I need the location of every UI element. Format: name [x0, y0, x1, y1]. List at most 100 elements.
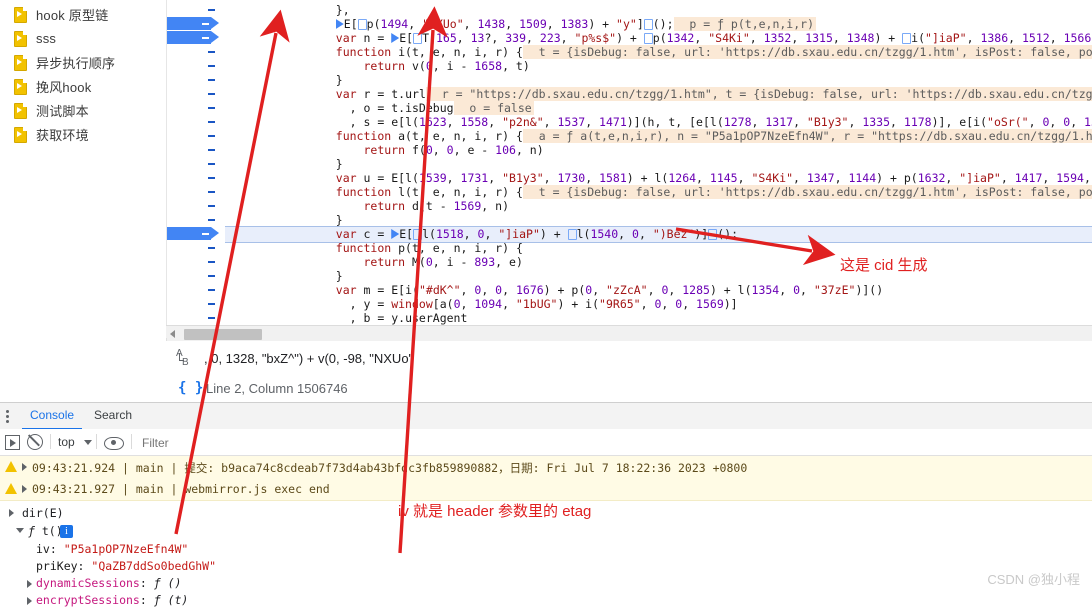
code-line[interactable]: return d(t - 1569, n) [225, 199, 1092, 213]
file-list-item-label: sss [36, 30, 57, 46]
kebab-menu-icon[interactable] [6, 410, 10, 423]
iv-etag-annotation: iv 就是 header 参数里的 etag [398, 503, 592, 520]
execute-arrow-icon[interactable] [5, 435, 20, 450]
collapse-caret-icon[interactable] [16, 528, 24, 533]
console-log-row[interactable]: 09:43:21.927 | main | webmirror.js exec … [0, 478, 1092, 501]
code-line[interactable]: } [225, 73, 1092, 87]
tab-search[interactable]: Search [86, 403, 140, 428]
line-number-placeholder [208, 261, 215, 263]
code-line[interactable]: } [225, 213, 1092, 227]
code-line[interactable]: , y = window[a(0, 1094, "1bUG") + i("9R6… [225, 297, 1092, 311]
file-list-item-label: 测试脚本 [36, 103, 89, 119]
breakpoint-marker[interactable] [167, 227, 219, 240]
file-list-item[interactable]: 异步执行顺序 [0, 50, 180, 74]
console-object-property[interactable]: iv: "P5a1pOP7NzeEfn4W" [36, 542, 188, 556]
console-log-row[interactable]: 09:43:21.924 | main | 提交: b9aca74c8cdeab… [0, 456, 1092, 479]
inline-value-hint: p = ƒ p(t,e,n,i,r) [673, 17, 817, 31]
script-file-icon [14, 6, 27, 23]
code-line[interactable]: var n = E[T(165, 13?, 339, 223, "p%s$") … [225, 31, 1092, 45]
pretty-print-braces-icon[interactable]: { } [178, 380, 203, 396]
code-line[interactable]: , o = t.isDebug o = false [225, 101, 1092, 115]
code-line[interactable]: var m = E[i("#dK^", 0, 0, 1676) + p(0, "… [225, 283, 1092, 297]
line-number-placeholder [208, 65, 215, 67]
execution-context-label[interactable]: top [58, 435, 75, 449]
line-number-placeholder [208, 163, 215, 165]
eval-expression-input[interactable] [202, 347, 1086, 370]
script-file-icon [14, 126, 27, 143]
chevron-down-icon[interactable] [84, 440, 92, 445]
expand-caret-icon[interactable] [27, 580, 32, 588]
file-list-item-label: 挽风hook [36, 79, 92, 95]
code-line[interactable]: , b = y.userAgent [225, 311, 1092, 325]
file-list-item[interactable]: hook 原型链 [0, 2, 180, 26]
file-list-item[interactable]: 获取环境 [0, 122, 180, 146]
code-line[interactable]: var r = t.url r = "https://db.sxau.edu.c… [225, 87, 1092, 101]
line-number-placeholder [208, 247, 215, 249]
console-toolbar[interactable]: top [0, 429, 1092, 456]
code-line[interactable]: return M(0, i - 893, e) [225, 255, 1092, 269]
source-code-pane[interactable]: }, E[p(1494, "NXUo", 1438, 1509, 1383) +… [225, 0, 1092, 325]
code-line[interactable]: function l(t, e, n, i, r) { t = {isDebug… [225, 185, 1092, 199]
code-line[interactable]: function a(t, e, n, i, r) { a = ƒ a(t,e,… [225, 129, 1092, 143]
line-number-placeholder [208, 205, 215, 207]
breakpoint-marker[interactable] [167, 31, 219, 44]
breakpoint-marker[interactable] [167, 17, 219, 30]
file-list-item[interactable]: 测试脚本 [0, 98, 180, 122]
line-number-placeholder [208, 107, 215, 109]
code-line[interactable]: E[p(1494, "NXUo", 1438, 1509, 1383) + "y… [225, 17, 1092, 31]
editor-gutter[interactable] [166, 0, 226, 338]
expand-caret-icon[interactable] [9, 509, 14, 517]
code-line[interactable]: } [225, 157, 1092, 171]
line-number-placeholder [208, 135, 215, 137]
code-line[interactable]: return f(0, 0, e - 106, n) [225, 143, 1092, 157]
console-tab-strip[interactable]: Console Search [0, 403, 1092, 430]
cid-annotation: 这是 cid 生成 [840, 257, 928, 274]
ab-translate-icon: AB [176, 348, 189, 368]
code-line[interactable]: } [225, 269, 1092, 283]
inline-value-hint: o = false [453, 101, 534, 115]
script-file-icon [14, 78, 27, 95]
console-object-property[interactable]: encryptSessions: ƒ (t) [36, 593, 188, 607]
code-line[interactable]: function p(t, e, n, i, r) { [225, 241, 1092, 255]
line-number-placeholder [208, 149, 215, 151]
code-line[interactable]: function i(t, e, n, i, r) { t = {isDebug… [225, 45, 1092, 59]
code-line[interactable]: var u = E[l(1539, 1731, "B1y3", 1730, 15… [225, 171, 1092, 185]
code-line[interactable]: }, [225, 3, 1092, 17]
expand-caret-icon[interactable] [22, 463, 27, 471]
line-number-placeholder [208, 51, 215, 53]
live-expression-eye-icon[interactable] [104, 437, 124, 450]
info-badge-icon[interactable]: i [60, 525, 73, 538]
toolbar-divider [96, 434, 97, 449]
console-filter-input[interactable] [140, 433, 444, 453]
tab-console[interactable]: Console [22, 403, 83, 430]
file-list-item-label: hook 原型链 [36, 7, 109, 23]
script-file-list[interactable]: hook 原型链 sss 异步执行顺序 挽风hook 测试脚本 获取环境 [0, 0, 166, 338]
scroll-left-arrow-icon[interactable] [170, 330, 175, 338]
console-object-property[interactable]: priKey: "QaZB7ddSo0bedGhW" [36, 559, 216, 573]
line-number-placeholder [208, 219, 215, 221]
console-object-root[interactable]: ƒ t() [28, 524, 63, 538]
expression-eval-bar[interactable]: AB [166, 341, 1092, 376]
console-object-property[interactable]: dynamicSessions: ƒ () [36, 576, 181, 590]
inline-value-hint: r = "https://db.sxau.edu.cn/tzgg/1.htm",… [425, 87, 1092, 101]
cursor-position-label: Line 2, Column 1506746 [206, 381, 348, 396]
script-file-icon [14, 102, 27, 119]
scrollbar-thumb[interactable] [184, 329, 262, 340]
file-list-item[interactable]: sss [0, 26, 180, 50]
code-line[interactable]: var c = E[l(1518, 0, "]iaP") + l(1540, 0… [225, 227, 1092, 241]
expand-caret-icon[interactable] [27, 597, 32, 605]
code-horizontal-scrollbar[interactable] [166, 325, 1092, 342]
expand-caret-icon[interactable] [22, 485, 27, 493]
csdn-watermark: CSDN @独小程 [987, 572, 1080, 587]
line-number-placeholder [208, 275, 215, 277]
line-number-placeholder [208, 317, 215, 319]
editor-status-bar: { } Line 2, Column 1506746 [166, 375, 1092, 403]
code-line[interactable]: , s = e[l(1623, 1558, "p2n&", 1537, 1471… [225, 115, 1092, 129]
code-line[interactable]: return v(0, i - 1658, t) [225, 59, 1092, 73]
line-number-placeholder [208, 303, 215, 305]
file-list-item[interactable]: 挽风hook [0, 74, 180, 98]
inline-value-hint: t = {isDebug: false, url: 'https://db.sx… [522, 185, 1092, 199]
line-number-placeholder [208, 289, 215, 291]
script-file-icon [14, 54, 27, 71]
clear-console-icon[interactable] [27, 434, 43, 450]
